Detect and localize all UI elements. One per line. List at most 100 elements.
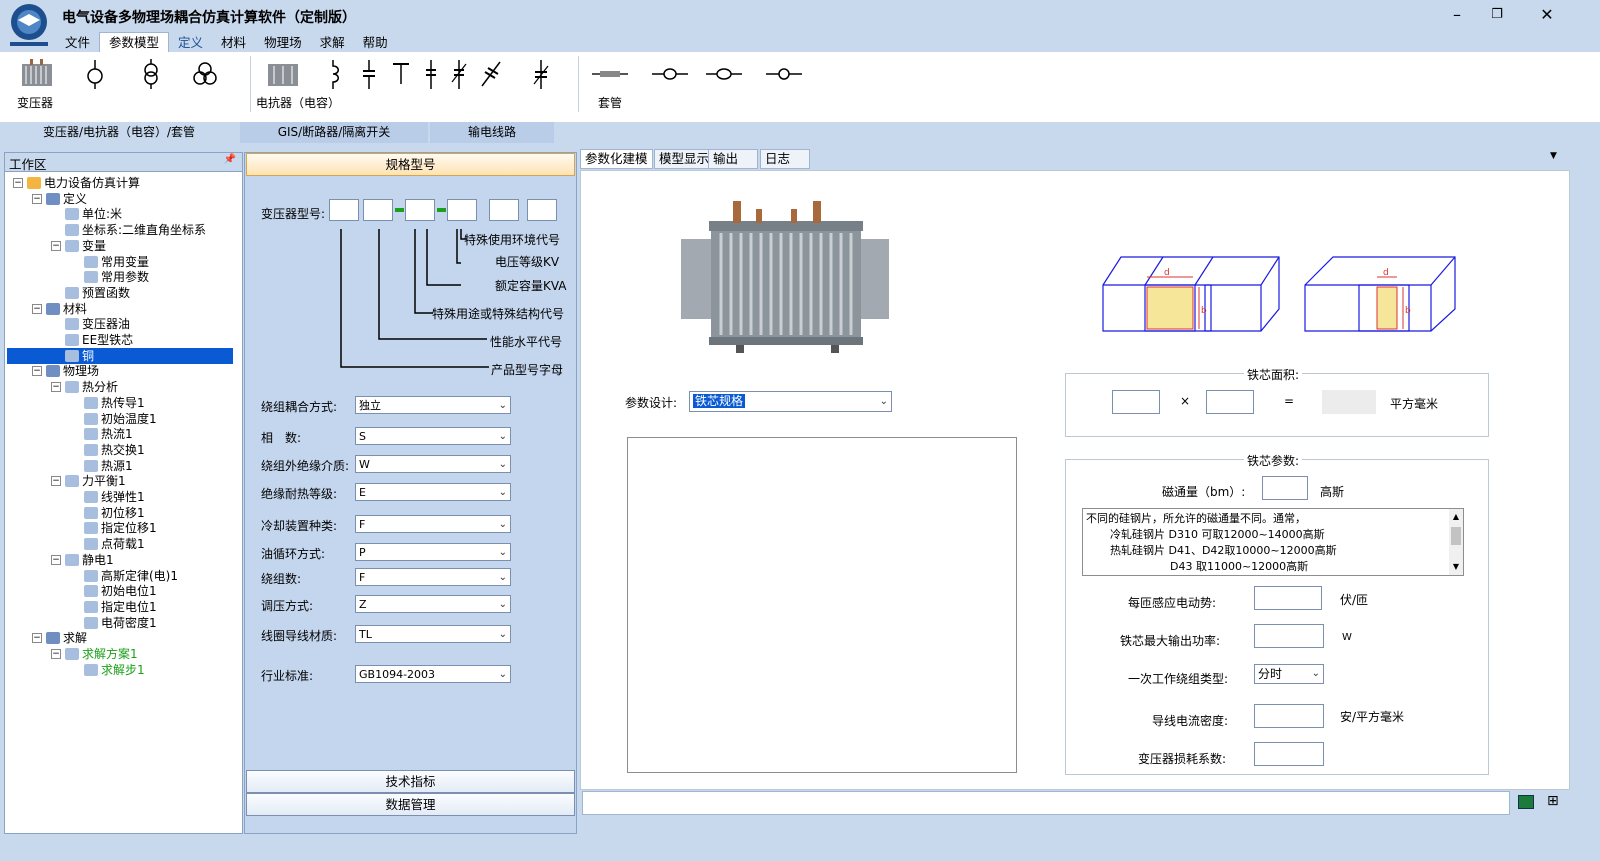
spec-field-select[interactable]: P ⌄: [355, 543, 511, 561]
flux-note-box[interactable]: 不同的硅钢片，所允许的磁通量不同。通常， 冷轧硅钢片 D310 可取12000~…: [1082, 508, 1464, 576]
two-winding-icon[interactable]: [136, 58, 166, 90]
tree-item[interactable]: 单位:米: [65, 206, 122, 222]
tree-item[interactable]: 预置函数: [65, 285, 130, 301]
model-box-3[interactable]: [405, 199, 435, 221]
tree-item[interactable]: 求解方案1: [65, 646, 138, 662]
tree-item[interactable]: 电力设备仿真计算: [27, 175, 140, 191]
bushing-3-icon[interactable]: [706, 58, 742, 90]
spec-field-select[interactable]: Z ⌄: [355, 595, 511, 613]
tree-item[interactable]: 指定电位1: [84, 599, 157, 615]
tree-toggle-icon[interactable]: −: [51, 382, 61, 393]
spec-field-select[interactable]: F ⌄: [355, 568, 511, 586]
tree-item[interactable]: 线弹性1: [84, 489, 145, 505]
menu-define[interactable]: 定义: [169, 33, 212, 53]
ct-icon[interactable]: [80, 58, 110, 90]
density-input[interactable]: [1254, 704, 1324, 728]
inductor-icon[interactable]: [318, 58, 348, 90]
tree-item[interactable]: 高斯定律(电)1: [84, 568, 178, 584]
tab-output[interactable]: 输出: [708, 149, 758, 169]
tree-item[interactable]: 指定位移1: [84, 520, 157, 536]
tree-item[interactable]: 常用变量: [84, 254, 149, 270]
minimize-button[interactable]: –: [1442, 4, 1472, 26]
menu-physics[interactable]: 物理场: [255, 33, 311, 53]
core-depth-input[interactable]: [1206, 390, 1254, 414]
tree-item[interactable]: EE型铁芯: [65, 332, 133, 348]
tree-toggle-icon[interactable]: −: [32, 366, 42, 377]
tree-item[interactable]: 常用参数: [84, 269, 149, 285]
winding-select[interactable]: 分时 ⌄: [1254, 664, 1324, 684]
variable-cap-icon[interactable]: [444, 58, 474, 90]
bushing-2-icon[interactable]: [652, 58, 688, 90]
tree-item[interactable]: 求解: [46, 630, 87, 646]
console-icon[interactable]: [1518, 795, 1534, 809]
menu-file[interactable]: 文件: [56, 33, 99, 53]
emf-input[interactable]: [1254, 586, 1322, 610]
model-box-5[interactable]: [489, 199, 519, 221]
bushing-4-icon[interactable]: [766, 58, 802, 90]
tree-toggle-icon[interactable]: −: [13, 178, 23, 188]
tab-log[interactable]: 日志: [760, 149, 810, 169]
loss-input[interactable]: [1254, 742, 1324, 766]
series-cap-icon[interactable]: [416, 58, 446, 90]
capacitor-icon[interactable]: [354, 58, 384, 90]
reactor-icon[interactable]: [266, 58, 300, 90]
tree-item[interactable]: 定义: [46, 191, 87, 207]
tab-model-display[interactable]: 模型显示: [654, 149, 715, 169]
menu-param-model[interactable]: 参数模型: [99, 32, 170, 53]
tree-toggle-icon[interactable]: −: [51, 649, 61, 659]
tree-item[interactable]: 热分析: [65, 379, 118, 395]
tree-item[interactable]: 变量: [65, 238, 106, 254]
tree-toggle-icon[interactable]: −: [32, 193, 42, 204]
tree-item[interactable]: 铜: [7, 347, 233, 364]
model-box-6[interactable]: [527, 199, 557, 221]
group-gis[interactable]: GIS/断路器/隔离开关: [240, 122, 428, 143]
design-textarea[interactable]: [627, 437, 1017, 773]
tree-toggle-icon[interactable]: −: [51, 476, 61, 487]
spec-field-select[interactable]: S ⌄: [355, 427, 511, 445]
menu-solve[interactable]: 求解: [311, 33, 354, 53]
tree-item[interactable]: 热传导1: [84, 395, 145, 411]
tech-index-button[interactable]: 技术指标: [246, 770, 575, 793]
maximize-button[interactable]: ❐: [1482, 4, 1512, 26]
spec-field-select[interactable]: E ⌄: [355, 483, 511, 501]
group-transformer[interactable]: 变压器/电抗器（电容）/套管: [0, 122, 238, 143]
tree-item[interactable]: 变压器油: [65, 316, 130, 332]
flux-input[interactable]: [1262, 476, 1308, 500]
menu-help[interactable]: 帮助: [354, 33, 397, 53]
spec-field-select[interactable]: 独立 ⌄: [355, 396, 511, 414]
transformer-icon[interactable]: [20, 58, 54, 90]
pin-icon[interactable]: 📌: [224, 154, 236, 165]
tab-param-model[interactable]: 参数化建模: [580, 149, 653, 169]
design-select[interactable]: 铁芯规格 ⌄: [689, 391, 892, 412]
ground-cap-icon[interactable]: [386, 58, 416, 90]
tree-item[interactable]: 求解步1: [84, 662, 145, 678]
tree-item[interactable]: 热源1: [84, 458, 133, 474]
tree-toggle-icon[interactable]: −: [51, 240, 61, 251]
tree-toggle-icon[interactable]: −: [51, 554, 61, 565]
model-box-1[interactable]: [329, 199, 359, 221]
spec-field-select[interactable]: W ⌄: [355, 455, 511, 473]
adjustable-cap-icon[interactable]: [476, 58, 506, 90]
tree-item[interactable]: 初始温度1: [84, 411, 157, 427]
power-input[interactable]: [1254, 624, 1324, 648]
data-management-button[interactable]: 数据管理: [246, 793, 575, 816]
model-box-2[interactable]: [363, 199, 393, 221]
tree-item[interactable]: 热交换1: [84, 442, 145, 458]
tree-item[interactable]: 材料: [46, 301, 87, 317]
spec-field-select[interactable]: TL ⌄: [355, 625, 511, 643]
command-input[interactable]: [582, 791, 1510, 815]
tree-item[interactable]: 物理场: [46, 363, 99, 379]
bushing-icon[interactable]: [592, 58, 628, 90]
tree-item[interactable]: 电荷密度1: [84, 615, 157, 631]
menu-material[interactable]: 材料: [212, 33, 255, 53]
tree-item[interactable]: 坐标系:二维直角坐标系: [65, 222, 206, 238]
tree-item[interactable]: 初始电位1: [84, 583, 157, 599]
tree-item[interactable]: 初位移1: [84, 505, 145, 521]
varistor-icon[interactable]: [526, 58, 556, 90]
note-scrollbar[interactable]: ▲ ▼: [1449, 509, 1463, 575]
tree-toggle-icon[interactable]: −: [32, 303, 42, 314]
spec-field-select[interactable]: GB1094-2003 ⌄: [355, 665, 511, 683]
tree-item[interactable]: 力平衡1: [65, 473, 126, 489]
grid-icon[interactable]: ⊞: [1547, 793, 1559, 809]
tree-item[interactable]: 点荷载1: [84, 536, 145, 552]
